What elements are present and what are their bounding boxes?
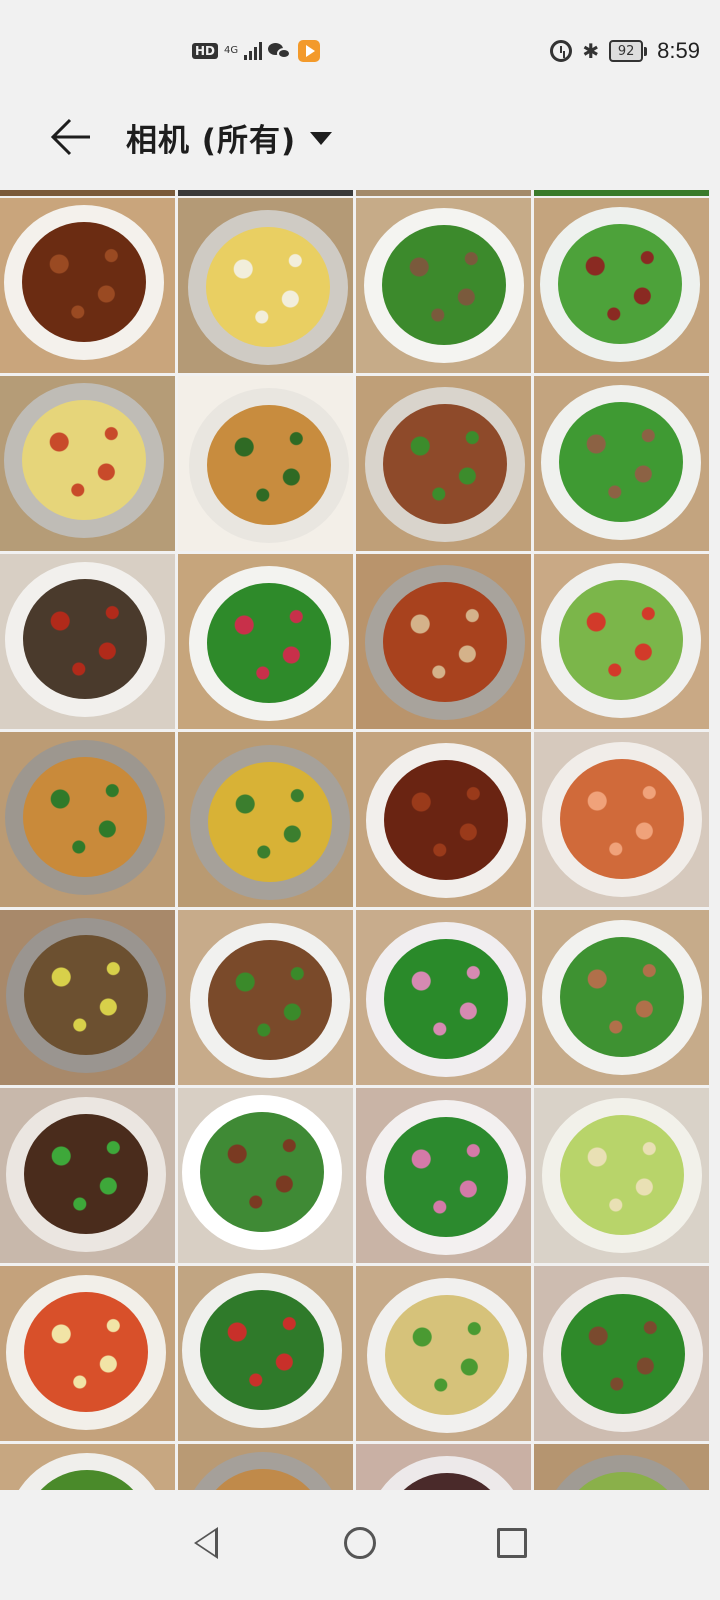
food-shape (382, 403, 507, 524)
triangle-back-icon (194, 1527, 218, 1559)
food-shape (560, 1293, 685, 1414)
photo-thumbnail-partial-3[interactable] (356, 1444, 531, 1490)
photo-thumbnail-green-bean-pork[interactable] (534, 376, 709, 551)
food-shape (384, 1295, 509, 1416)
food-shape (206, 405, 331, 526)
food-shape (23, 935, 148, 1056)
network-type-label: 4G (224, 45, 239, 56)
food-shape (383, 581, 508, 702)
food-shape (558, 402, 683, 523)
photo-thumbnail-potato-strips[interactable] (0, 376, 175, 551)
photo-thumbnail-beef-peppers[interactable] (0, 1088, 175, 1263)
food-shape (560, 937, 684, 1057)
photo-thumbnail-chive-pork[interactable] (356, 198, 531, 373)
food-shape (22, 400, 147, 521)
food-shape (207, 761, 332, 882)
food-shape (200, 1290, 325, 1411)
photo-thumbnail-braised-fish[interactable] (0, 554, 175, 729)
food-shape (24, 1113, 148, 1234)
photo-thumbnail-garlic-scape[interactable] (178, 1266, 353, 1441)
food-shape (383, 760, 508, 881)
food-shape (200, 1112, 324, 1232)
back-button[interactable] (46, 112, 96, 162)
food-shape (23, 756, 148, 877)
arrow-left-icon (50, 118, 90, 156)
video-app-icon (298, 40, 321, 62)
food-shape (559, 580, 684, 701)
photo-thumbnail-spicy-fish-stew[interactable] (356, 554, 531, 729)
photo-grid (0, 190, 720, 1490)
food-shape (206, 226, 331, 347)
photo-thumbnail-mushroom-beans[interactable] (178, 732, 353, 907)
nav-home-button[interactable] (335, 1518, 385, 1568)
food-shape (207, 583, 332, 704)
food-shape (24, 1291, 149, 1412)
square-recents-icon (497, 1528, 527, 1558)
photo-thumbnail-dinner-table[interactable] (178, 1088, 353, 1263)
battery-icon: 92 (609, 40, 648, 62)
food-shape (558, 223, 683, 344)
food-shape (208, 940, 332, 1060)
photo-thumbnail-mushroom-chili[interactable] (0, 732, 175, 907)
food-shape (559, 758, 684, 879)
previous-row-sliver (0, 190, 720, 196)
navigation-bar (0, 1490, 720, 1600)
photo-thumbnail-stir-fry-greens[interactable] (178, 554, 353, 729)
caret-down-icon (310, 131, 333, 145)
photo-thumbnail-sausage-greens[interactable] (534, 198, 709, 373)
photo-thumbnail-steamed-fish[interactable] (0, 910, 175, 1085)
hd-voice-icon: HD (192, 43, 219, 59)
photo-thumbnail-tomato-egg[interactable] (0, 1266, 175, 1441)
food-shape (384, 1116, 509, 1237)
nav-back-button[interactable] (181, 1518, 231, 1568)
photo-thumbnail-shrimp[interactable] (534, 732, 709, 907)
photo-thumbnail-partial-4[interactable] (534, 1444, 709, 1490)
photo-thumbnail-tofu-strips[interactable] (356, 1266, 531, 1441)
wechat-icon (268, 41, 292, 61)
alarm-icon (550, 40, 573, 62)
photo-thumbnail-leafy-greens[interactable] (356, 910, 531, 1085)
photo-grid-inner (0, 198, 709, 1490)
photo-thumbnail-seaweed-greens[interactable] (356, 1088, 531, 1263)
status-time: 8:59 (657, 38, 700, 63)
photo-thumbnail-tofu-peppers[interactable] (178, 910, 353, 1085)
photo-thumbnail-melon-egg[interactable] (534, 1088, 709, 1263)
photo-thumbnail-beans-pork[interactable] (534, 1266, 709, 1441)
photo-thumbnail-loofah[interactable] (534, 554, 709, 729)
nav-recents-button[interactable] (487, 1518, 537, 1568)
photo-thumbnail-chive-meat[interactable] (534, 910, 709, 1085)
status-left-icons: HD 4G (192, 40, 321, 62)
photo-thumbnail-braised-pork[interactable] (0, 198, 175, 373)
food-shape (384, 938, 508, 1059)
bluetooth-icon: ✱ (582, 39, 600, 63)
food-shape (382, 225, 507, 346)
status-bar: HD 4G ✱ 92 8:59 (0, 0, 720, 106)
circle-home-icon (344, 1527, 376, 1559)
food-shape (22, 578, 147, 699)
battery-level: 92 (609, 40, 644, 62)
photo-thumbnail-tofu-greens[interactable] (178, 376, 353, 551)
photo-thumbnail-partial-2[interactable] (178, 1444, 353, 1490)
photo-thumbnail-braised-ribs[interactable] (356, 732, 531, 907)
photo-thumbnail-partial-1[interactable] (0, 1444, 175, 1490)
food-shape (22, 222, 146, 342)
photo-thumbnail-table-spread[interactable] (356, 376, 531, 551)
status-right-icons: ✱ 92 8:59 (550, 38, 700, 64)
signal-strength-icon (244, 42, 263, 60)
page-title: 相机 (所有) (126, 122, 297, 159)
food-shape (560, 1115, 685, 1236)
photo-thumbnail-eggs-onion[interactable] (178, 198, 353, 373)
album-selector[interactable]: 相机 (所有) (126, 112, 333, 162)
